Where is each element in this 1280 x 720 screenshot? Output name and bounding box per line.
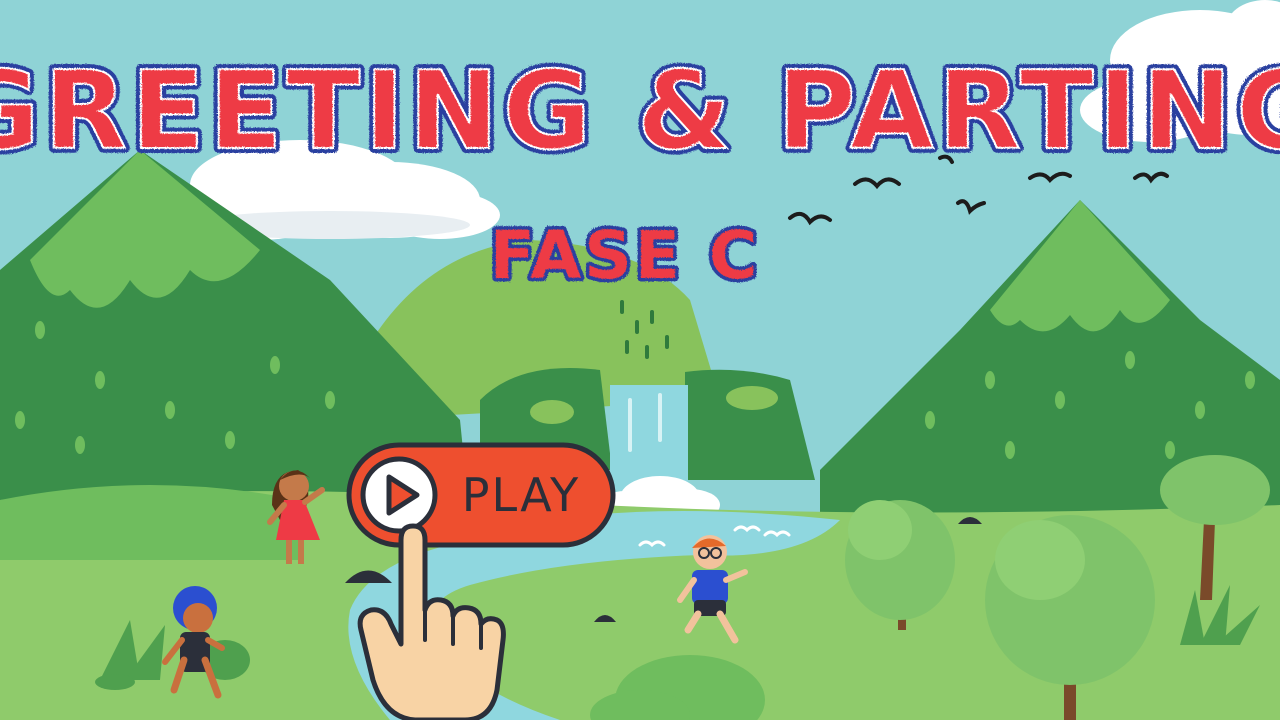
grass-left-bush <box>0 485 300 560</box>
game-start-screen: GREETING & PARTING GREETING & PARTING FA… <box>0 0 1280 720</box>
pointing-hand-icon <box>357 523 506 720</box>
scenery: GREETING & PARTING GREETING & PARTING FA… <box>0 0 1280 720</box>
game-title: GREETING & PARTING <box>0 49 1280 174</box>
subtitle: FASE C <box>490 217 761 294</box>
play-label: PLAY <box>462 468 580 522</box>
